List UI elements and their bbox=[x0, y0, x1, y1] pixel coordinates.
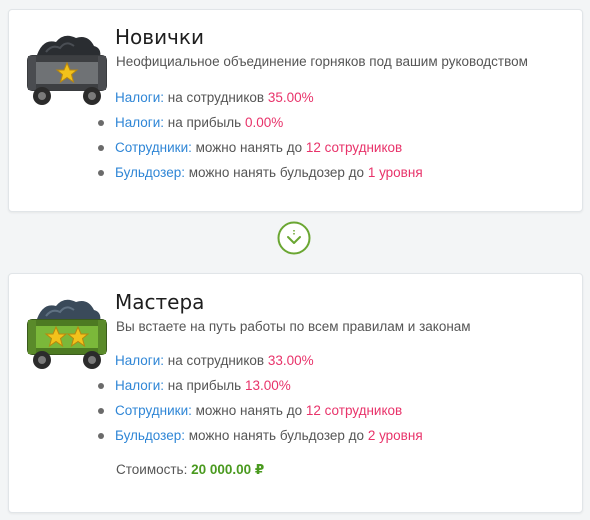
perk-value: 35.00% bbox=[267, 90, 314, 105]
bullet-icon bbox=[98, 145, 104, 151]
perk-text: можно нанять бульдозер до bbox=[188, 165, 365, 180]
perk-key: Бульдозер: bbox=[115, 165, 185, 180]
perk-item: Сотрудники: можно нанять до 12 сотрудник… bbox=[97, 135, 423, 160]
perk-item: Сотрудники: можно нанять до 12 сотрудник… bbox=[97, 398, 423, 423]
perk-item: Бульдозер: можно нанять бульдозер до 1 у… bbox=[97, 160, 423, 185]
perk-item: Налоги: на сотрудников 33.00% bbox=[97, 348, 423, 373]
perk-text: можно нанять до bbox=[195, 140, 303, 155]
bullet-icon bbox=[98, 170, 104, 176]
perk-key: Налоги: bbox=[115, 90, 165, 105]
perk-key: Бульдозер: bbox=[115, 428, 185, 443]
perk-key: Налоги: bbox=[115, 378, 165, 393]
perk-key: Сотрудники: bbox=[115, 140, 192, 155]
perk-text: на прибыль bbox=[167, 378, 242, 393]
perk-list: Налоги: на сотрудников 35.00% Налоги: на… bbox=[97, 85, 423, 185]
perk-value: 12 сотрудников bbox=[305, 403, 403, 418]
level-title: Новички bbox=[115, 25, 204, 49]
perk-item: Налоги: на сотрудников 35.00% bbox=[97, 85, 423, 110]
perk-item: Бульдозер: можно нанять бульдозер до 2 у… bbox=[97, 423, 423, 448]
bullet-icon bbox=[98, 408, 104, 414]
price: Стоимость: 20 000.00 ₽ bbox=[116, 462, 264, 478]
perk-key: Налоги: bbox=[115, 115, 165, 130]
price-label: Стоимость: bbox=[116, 462, 188, 477]
level-card-novice: Новички Неофициальное объединение горняк… bbox=[8, 9, 583, 212]
perk-key: Налоги: bbox=[115, 353, 165, 368]
bullet-icon bbox=[98, 433, 104, 439]
perk-item: Налоги: на прибыль 0.00% bbox=[97, 110, 423, 135]
perk-key: Сотрудники: bbox=[115, 403, 192, 418]
perk-text: на сотрудников bbox=[167, 353, 265, 368]
perk-text: на прибыль bbox=[167, 115, 242, 130]
perk-value: 13.00% bbox=[244, 378, 291, 393]
perk-value: 33.00% bbox=[267, 353, 314, 368]
perk-value: 12 сотрудников bbox=[305, 140, 403, 155]
perk-value: 0.00% bbox=[244, 115, 284, 130]
perk-text: на сотрудников bbox=[167, 90, 265, 105]
level-card-master: Мастера Вы встаете на путь работы по все… bbox=[8, 273, 583, 513]
level-description: Неофициальное объединение горняков под в… bbox=[116, 54, 528, 69]
perk-value: 2 уровня bbox=[367, 428, 423, 443]
bullet-icon bbox=[98, 383, 104, 389]
perk-value: 1 уровня bbox=[367, 165, 423, 180]
perk-text: можно нанять бульдозер до bbox=[188, 428, 365, 443]
level-title: Мастера bbox=[115, 290, 205, 314]
price-value: 20 000.00 ₽ bbox=[191, 462, 265, 477]
perk-item: Налоги: на прибыль 13.00% bbox=[97, 373, 423, 398]
chevron-down-circle-icon[interactable] bbox=[277, 221, 311, 255]
bullet-icon bbox=[98, 120, 104, 126]
perk-text: можно нанять до bbox=[195, 403, 303, 418]
level-description: Вы встаете на путь работы по всем правил… bbox=[116, 319, 471, 334]
perk-list: Налоги: на сотрудников 33.00% Налоги: на… bbox=[97, 348, 423, 448]
